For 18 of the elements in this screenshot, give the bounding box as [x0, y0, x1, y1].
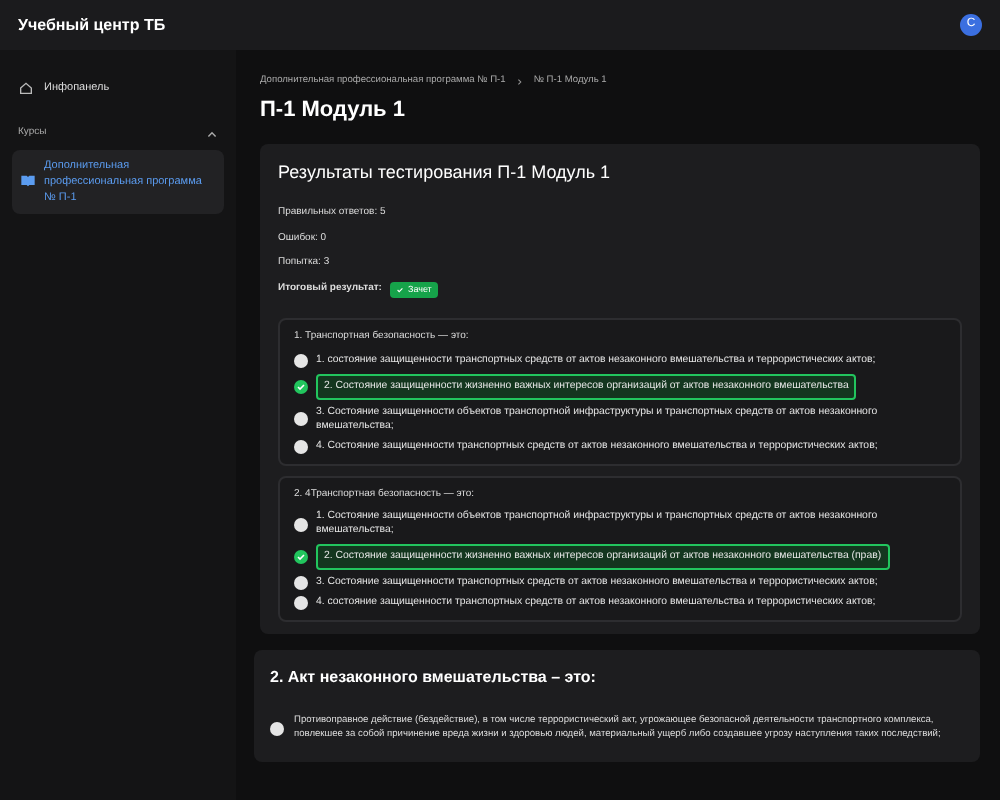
app-title: Учебный центр ТБ: [18, 13, 166, 37]
radio-button[interactable]: [294, 412, 308, 427]
check-icon[interactable]: [294, 379, 308, 394]
card-title: Результаты тестирования П-1 Модуль 1: [278, 159, 613, 186]
question-title: 2. Акт незаконного вмешательства – это:: [270, 666, 598, 691]
check-icon: [395, 286, 404, 295]
book-icon: [20, 174, 36, 189]
page-title: П-1 Модуль 1: [260, 96, 407, 127]
radio-button[interactable]: [294, 517, 308, 532]
radio-button[interactable]: [294, 596, 308, 611]
chevron-up-icon[interactable]: [206, 128, 218, 140]
radio-button[interactable]: [294, 439, 308, 454]
chevron-right-icon: [515, 77, 524, 86]
radio-button[interactable]: [294, 353, 308, 368]
radio-button[interactable]: [294, 576, 308, 591]
check-icon[interactable]: [294, 550, 308, 565]
radio-button[interactable]: [270, 721, 284, 736]
home-icon: [18, 80, 34, 97]
